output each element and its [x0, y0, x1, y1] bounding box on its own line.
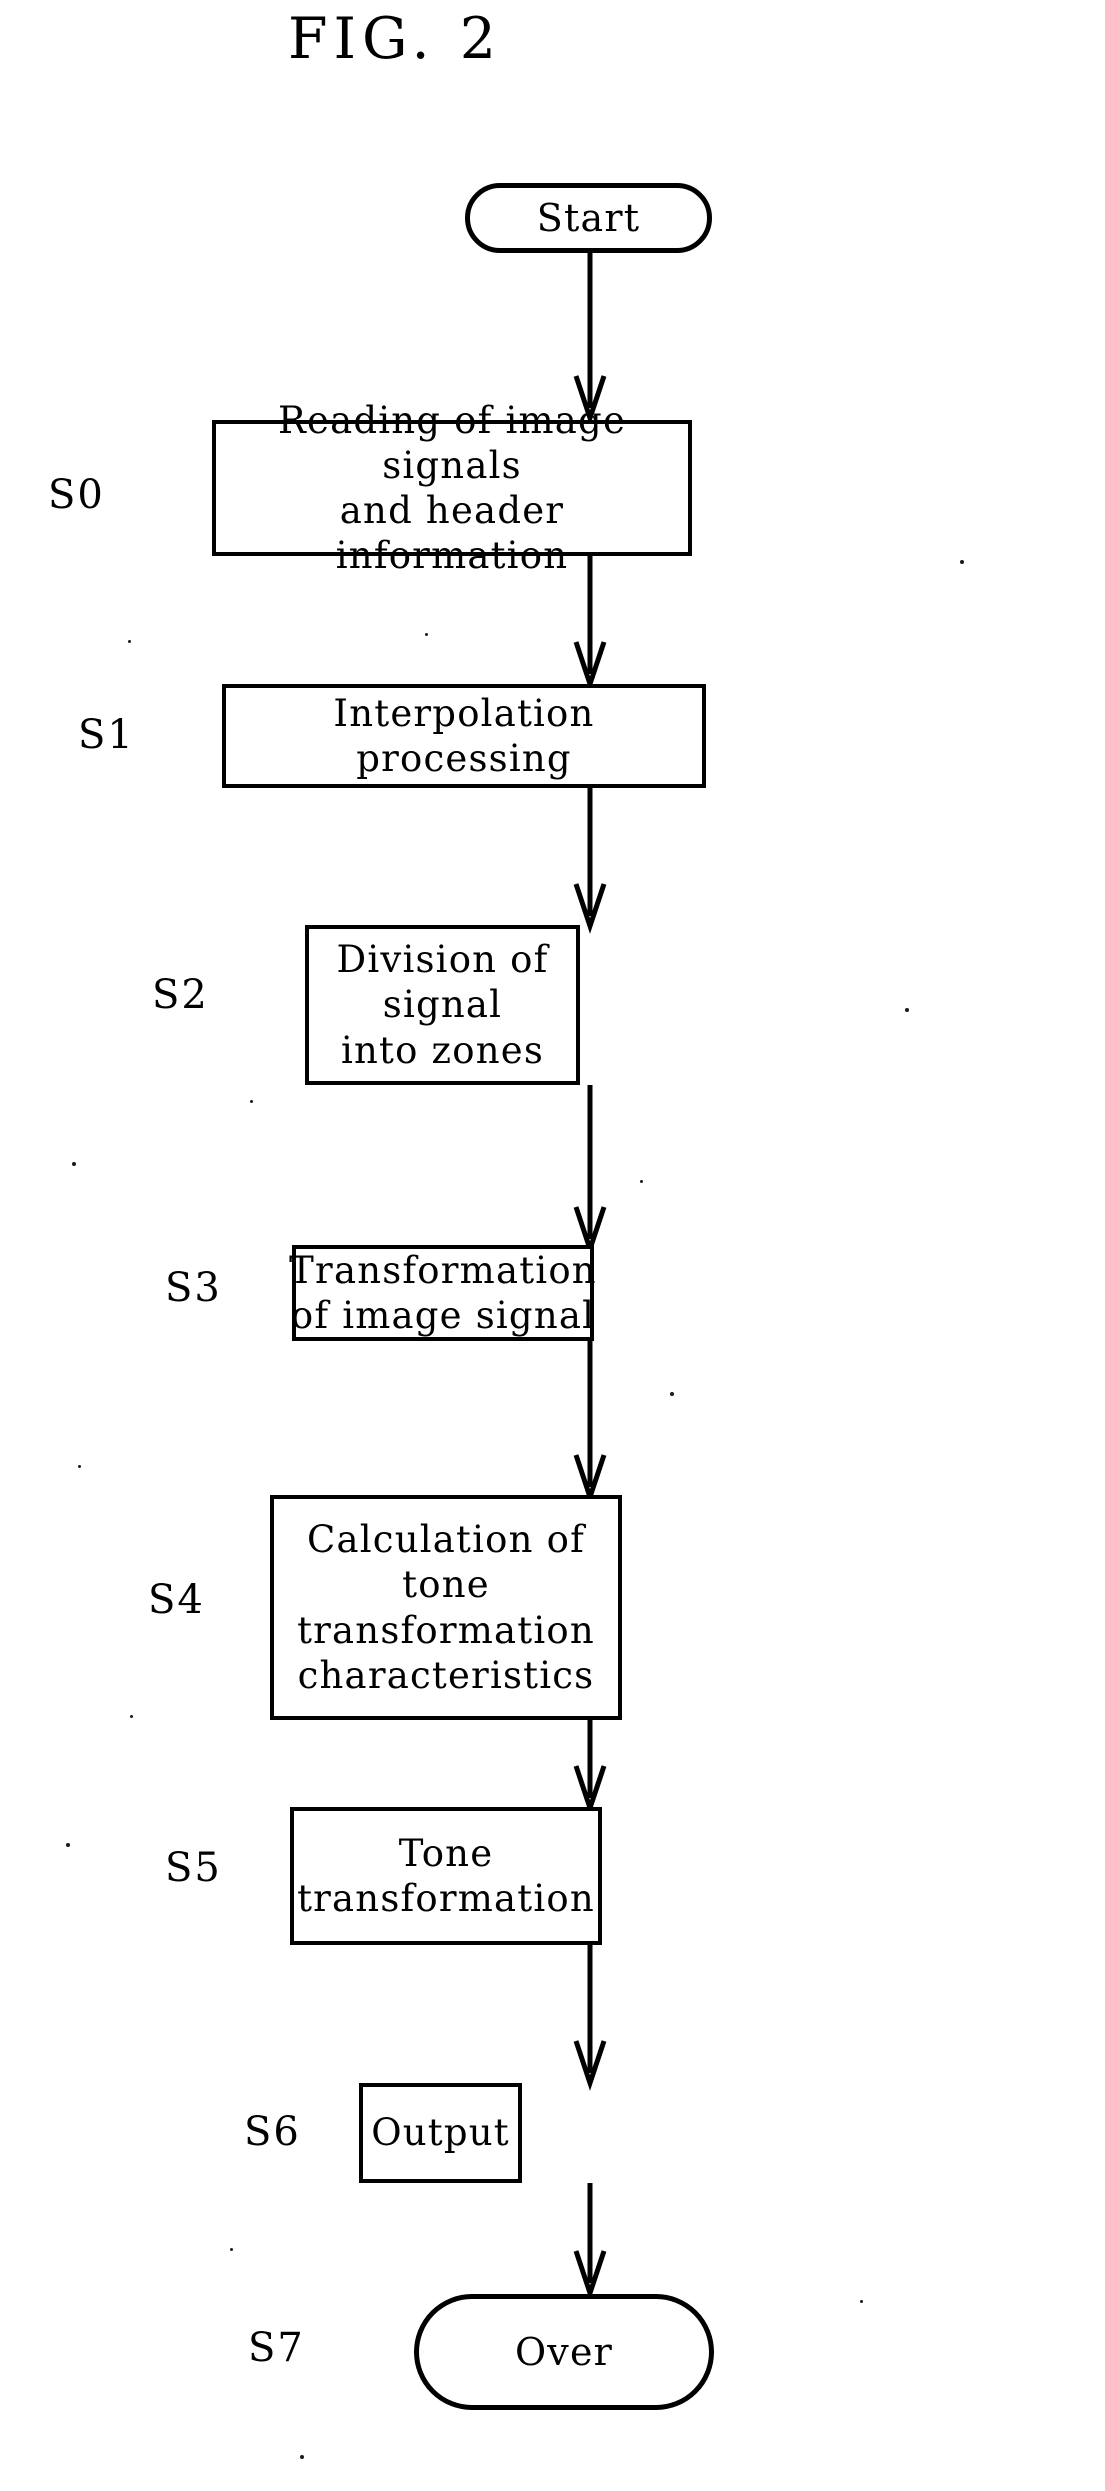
scan-speck: [425, 633, 428, 636]
node-s5-label: Tone transformation: [297, 1831, 595, 1920]
node-s1-label: Interpolation processing: [333, 691, 595, 780]
step-label-s7: S7: [248, 2325, 305, 2371]
step-label-s3: S3: [165, 1265, 222, 1311]
node-s4-label: Calculation of tone transformation chara…: [297, 1518, 595, 1697]
step-label-s4: S4: [148, 1577, 205, 1623]
node-s4: Calculation of tone transformation chara…: [270, 1495, 622, 1720]
scan-speck: [130, 1715, 133, 1718]
connector-start-to-s0: [573, 250, 607, 426]
node-s7-label: Over: [514, 2329, 614, 2374]
scan-speck: [72, 1162, 76, 1166]
scan-speck: [78, 1465, 81, 1468]
figure-title: FIG. 2: [287, 6, 503, 72]
node-start-label: Start: [536, 195, 641, 240]
scan-speck: [250, 1100, 253, 1103]
step-label-s5: S5: [165, 1845, 222, 1891]
scan-speck: [300, 2455, 304, 2459]
node-s3: Transformation of image signal: [289, 1245, 597, 1341]
node-s0: Reading of image signals and header info…: [212, 399, 692, 577]
connector-s5-to-s6: [573, 1945, 607, 2091]
figure-canvas: FIG. 2 Start S0 Reading of image signals…: [0, 0, 1105, 2491]
node-s2-label: Division of signal into zones: [336, 938, 549, 1072]
node-s6-label: Output: [371, 2111, 510, 2155]
scan-speck: [960, 560, 964, 564]
scan-speck: [66, 1843, 70, 1847]
connector-s4-to-s5: [573, 1720, 607, 1816]
step-label-s6: S6: [244, 2109, 301, 2155]
scan-speck: [640, 1180, 643, 1183]
step-label-s0: S0: [48, 472, 105, 518]
connector-s1-to-s2: [573, 788, 607, 934]
connector-s6-to-s7: [573, 2183, 607, 2301]
node-s5: Tone transformation: [290, 1807, 602, 1945]
connector-s2-to-s3: [573, 1085, 607, 1257]
scan-speck: [860, 2300, 863, 2303]
scan-speck: [230, 2248, 233, 2251]
node-s7: Over: [414, 2294, 714, 2410]
scan-speck: [128, 640, 131, 643]
step-label-s1: S1: [78, 712, 135, 758]
scan-speck: [905, 1008, 909, 1012]
node-s6: Output: [359, 2083, 522, 2183]
node-s1: Interpolation processing: [222, 684, 706, 788]
node-s0-label: Reading of image signals and header info…: [277, 398, 627, 578]
connector-s3-to-s4: [573, 1341, 607, 1505]
node-s3-label: Transformation of image signal: [289, 1248, 597, 1337]
step-label-s2: S2: [152, 972, 209, 1018]
node-start: Start: [465, 183, 712, 253]
node-s2: Division of signal into zones: [305, 925, 580, 1085]
connector-s0-to-s1: [573, 556, 607, 692]
scan-speck: [670, 1392, 674, 1396]
